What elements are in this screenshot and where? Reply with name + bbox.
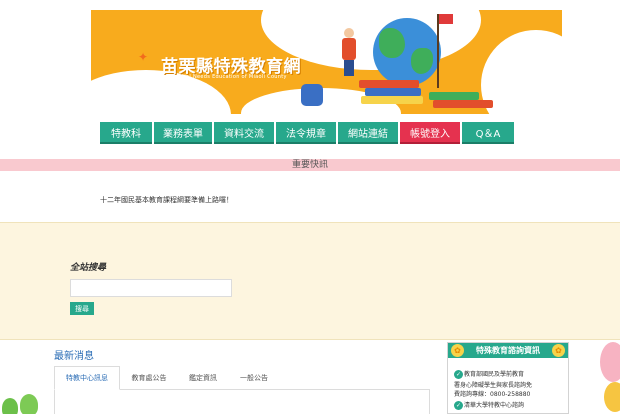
nav-item-links[interactable]: 網站連結 xyxy=(338,122,398,144)
nav-item-special-ed-section[interactable]: 特教科 xyxy=(100,122,152,144)
consult-line: 署身心障礙學生與家長諮詢免 xyxy=(454,382,533,389)
flag-icon xyxy=(439,14,453,24)
latest-news-table xyxy=(54,390,430,414)
consult-line[interactable]: ✓ 教育部國民及學前教育 xyxy=(454,369,524,379)
tab-general-notice[interactable]: 一般公告 xyxy=(228,366,280,390)
search-button[interactable]: 搜尋 xyxy=(70,302,94,315)
nav-item-forms[interactable]: 業務表單 xyxy=(154,122,212,144)
nav-item-login[interactable]: 帳號登入 xyxy=(400,122,460,144)
flower-icon: ✿ xyxy=(552,344,565,357)
globe-illustration xyxy=(373,18,441,86)
latest-news-tabs: 特教中心訊息 教育處公告 鑑定資訊 一般公告 xyxy=(54,366,430,390)
nav-item-faq[interactable]: Q＆A xyxy=(462,122,514,144)
tab-special-ed-center[interactable]: 特教中心訊息 xyxy=(54,366,120,390)
search-input[interactable] xyxy=(70,279,232,297)
site-subtitle: Special Needs Education of Miaoli County xyxy=(171,74,287,80)
site-banner[interactable]: ✦ 苗栗縣特殊教育網 Special Needs Education of Mi… xyxy=(91,10,562,114)
main-nav: 特教科 業務表單 資料交流 法令規章 網站連結 帳號登入 Q＆A xyxy=(100,122,514,144)
backpack-icon xyxy=(301,84,323,106)
star-icon: ✦ xyxy=(138,50,149,64)
consult-line: 費諮詢專線：0800-258880 xyxy=(454,391,531,398)
consult-info-header: ✿ 特殊教育諮詢資訊 ✿ xyxy=(448,343,568,358)
consult-line[interactable]: ✓ 清華大學特教中心諮詢 xyxy=(454,400,524,410)
student-illustration xyxy=(341,28,357,78)
flower-icon: ✿ xyxy=(451,344,464,357)
search-title: 全站搜尋 xyxy=(70,263,107,273)
tab-assessment-info[interactable]: 鑑定資訊 xyxy=(178,366,228,390)
important-news-bar: 重要快訊 xyxy=(0,159,620,171)
nav-item-resources[interactable]: 資料交流 xyxy=(214,122,274,144)
consult-info-title: 特殊教育諮詢資訊 xyxy=(476,346,540,355)
site-search-section: 全站搜尋 搜尋 xyxy=(0,222,620,340)
tab-education-dept[interactable]: 教育處公告 xyxy=(120,366,178,390)
mascot-illustration xyxy=(598,342,620,414)
check-icon: ✓ xyxy=(454,401,463,410)
banner-blob xyxy=(481,30,562,114)
important-news-item[interactable]: 十二年國民基本教育課程綱要準備上路囉！ xyxy=(100,195,233,205)
latest-news-title: 最新消息 xyxy=(54,351,94,362)
check-icon: ✓ xyxy=(454,370,463,379)
flag-pole xyxy=(437,14,439,88)
important-news-header: 重要快訊 xyxy=(291,160,328,170)
nav-item-regulations[interactable]: 法令規章 xyxy=(276,122,336,144)
consult-info-panel: ✿ 特殊教育諮詢資訊 ✿ ✓ 教育部國民及學前教育 署身心障礙學生與家長諮詢免 費… xyxy=(447,342,569,414)
mascot-illustration xyxy=(0,392,40,414)
